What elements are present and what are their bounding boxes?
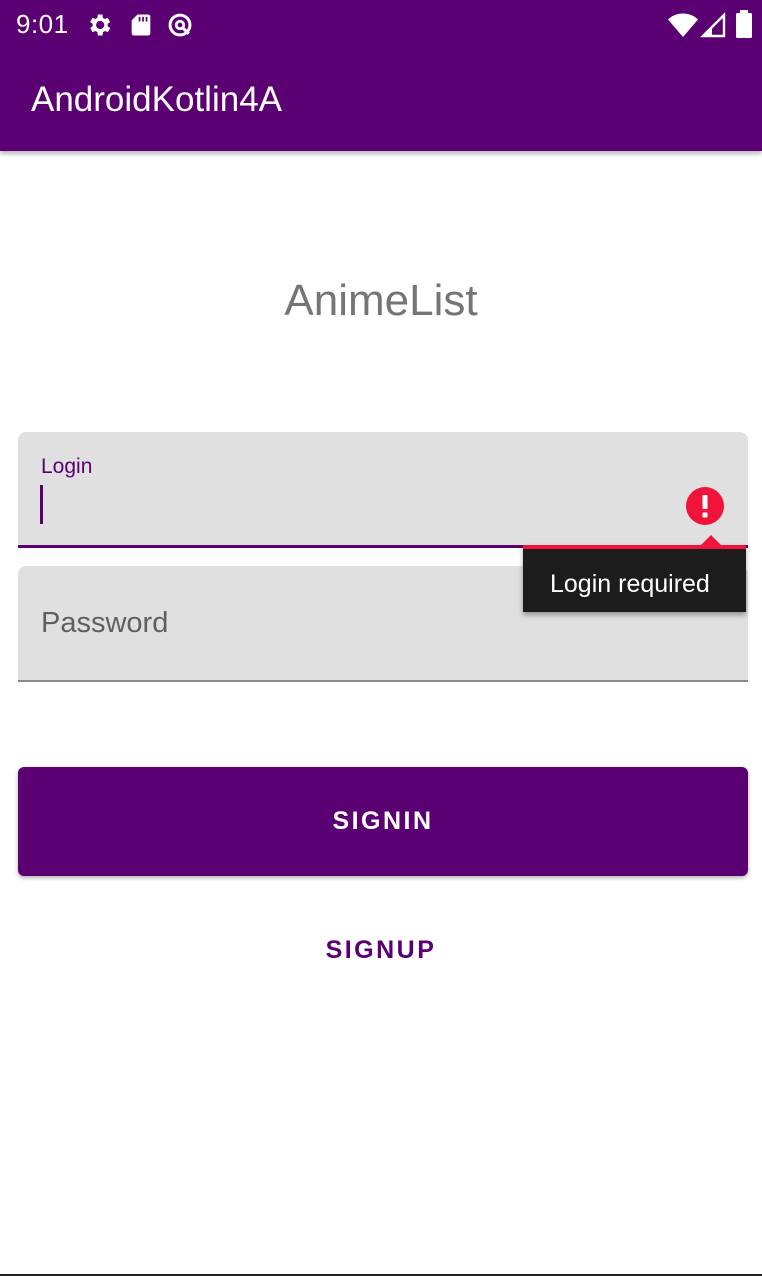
status-bar: 9:01 [0,0,762,50]
status-time: 9:01 [16,9,69,39]
app-title: AndroidKotlin4A [31,80,282,119]
login-label: Login [41,455,93,478]
error-icon[interactable] [686,487,724,525]
battery-icon [736,10,752,38]
sd-card-icon [131,14,151,36]
app-bar: AndroidKotlin4A [0,50,762,151]
text-cursor [40,485,43,524]
login-field[interactable]: Login [18,432,748,548]
rotation-lock-icon [168,13,192,37]
gear-icon [90,14,111,36]
signal-icon [700,12,726,38]
signin-button[interactable]: SIGNIN [18,767,748,876]
tooltip-arrow [701,535,721,545]
screen-title: AnimeList [284,276,478,325]
signup-button[interactable]: SIGNUP [281,918,481,982]
error-message: Login required [550,570,710,598]
password-placeholder: Password [41,607,169,639]
error-tooltip: Login required [523,535,746,612]
wifi-icon [668,13,698,37]
